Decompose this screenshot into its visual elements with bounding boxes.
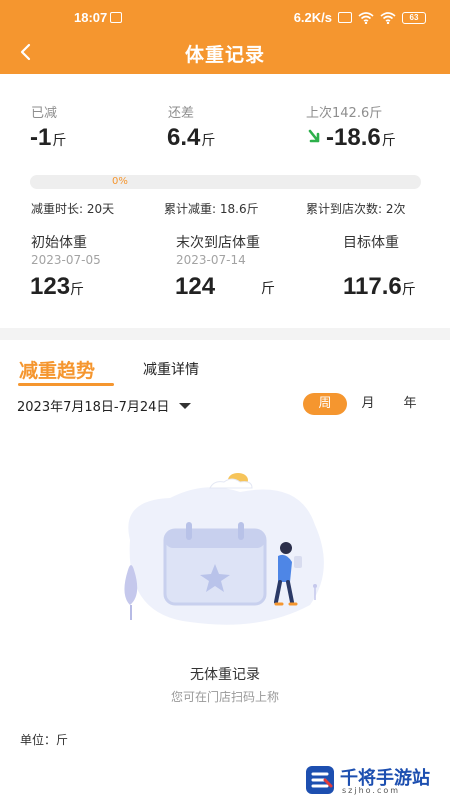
tab-weight-detail[interactable]: 减重详情: [143, 359, 199, 379]
last-change-unit: 斤: [381, 132, 396, 148]
status-right: 6.2K/s 63: [294, 10, 426, 25]
date-range-picker[interactable]: 2023年7月18日-7月24日: [17, 396, 192, 415]
target-weight-unit: 斤: [401, 281, 416, 297]
initial-weight-value: 123斤: [30, 273, 84, 301]
last-visit-weight-unit: 斤: [261, 281, 275, 297]
target-weight-label: 目标体重: [343, 235, 399, 251]
weight-summary: 已减 -1斤 还差 6.4斤 上次142.6斤 -18.6斤 0% 减重时长: …: [0, 74, 450, 332]
watermark-subtitle: szjho.com: [342, 786, 401, 795]
lost-unit: 斤: [52, 132, 67, 148]
initial-weight-number: 123: [30, 273, 71, 300]
sim-icon: [338, 12, 352, 23]
last-visit-date: 2023-07-14: [176, 253, 246, 267]
progress-text: 0%: [112, 176, 128, 187]
period-week-button[interactable]: 周: [303, 393, 347, 415]
empty-calendar-illustration: [124, 473, 324, 625]
battery-icon: 63: [402, 11, 426, 24]
progress-bar: 0%: [30, 175, 421, 189]
initial-weight-label: 初始体重: [31, 235, 87, 251]
wifi-icon: [380, 11, 396, 24]
initial-weight-date: 2023-07-05: [31, 253, 101, 267]
initial-weight-unit: 斤: [70, 281, 85, 297]
remaining-number: 6.4: [167, 124, 201, 151]
empty-state-subtitle: 您可在门店扫码上称: [170, 690, 279, 704]
remaining-label: 还差: [168, 106, 195, 121]
visit-count-text: 累计到店次数: 2次: [306, 202, 406, 216]
period-year-button[interactable]: 年: [396, 393, 424, 415]
status-bar: 18:07 6.2K/s 63: [0, 8, 450, 30]
remaining-value: 6.4斤: [167, 124, 215, 152]
lost-value: -1斤: [30, 124, 66, 152]
target-weight-number: 117.6: [343, 273, 402, 300]
watermark: 千将手游站 szjho.com: [300, 762, 450, 800]
status-time: 18:07: [74, 10, 123, 25]
last-change-value: -18.6斤: [306, 124, 396, 152]
lost-number: -1: [30, 124, 52, 151]
last-visit-weight-value: 124: [175, 273, 216, 300]
network-speed: 6.2K/s: [293, 10, 332, 25]
section-divider: [0, 328, 450, 340]
unit-label: 单位：斤: [20, 733, 69, 747]
total-lost-text: 累计减重: 18.6斤: [164, 202, 259, 216]
caret-down-icon: [179, 403, 192, 409]
status-time-text: 18:07: [74, 10, 108, 25]
last-visit-weight-label: 末次到店体重: [176, 235, 260, 251]
tab-weight-trend[interactable]: 减重趋势: [19, 356, 95, 383]
signal-icon: [358, 11, 374, 24]
date-range-text: 2023年7月18日-7月24日: [17, 400, 170, 415]
lost-label: 已减: [31, 106, 58, 121]
duration-text: 减重时长: 20天: [31, 202, 115, 216]
remaining-unit: 斤: [201, 132, 216, 148]
target-weight-value: 117.6斤: [343, 273, 416, 301]
tab-active-indicator: [18, 383, 114, 386]
watermark-logo-icon: [306, 766, 334, 794]
app-header: 18:07 6.2K/s 63 体重记录: [0, 0, 450, 74]
down-arrow-icon: [308, 129, 320, 143]
notification-icon: [110, 12, 123, 23]
period-month-button[interactable]: 月: [354, 393, 382, 415]
page-title: 体重记录: [184, 44, 265, 66]
last-change-number: -18.6: [326, 124, 381, 151]
empty-state-title: 无体重记录: [190, 667, 260, 683]
last-weight-label: 上次142.6斤: [306, 106, 383, 121]
